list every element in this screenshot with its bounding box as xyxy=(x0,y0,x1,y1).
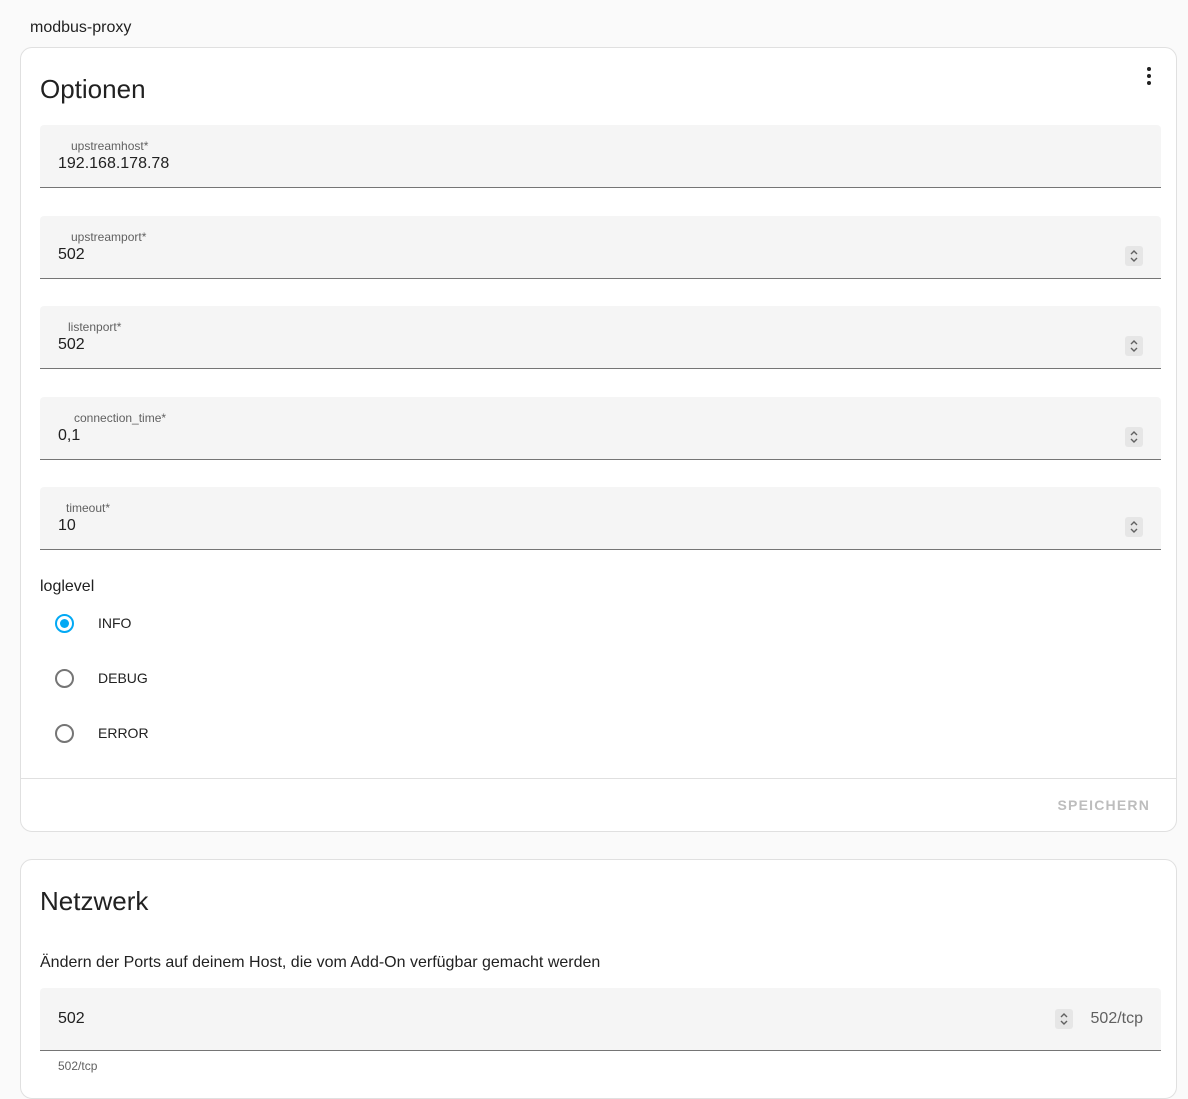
network-title: Netzwerk xyxy=(40,886,149,916)
stepper-arrows-icon xyxy=(1130,521,1138,533)
network-description: Ändern der Ports auf deinem Host, die vo… xyxy=(40,954,601,971)
connection-time-stepper[interactable] xyxy=(1125,427,1143,447)
port-field[interactable]: 502 502/tcp xyxy=(40,988,1161,1051)
stepper-arrows-icon xyxy=(1130,340,1138,352)
network-card: Netzwerk Ändern der Ports auf deinem Hos… xyxy=(20,859,1177,1099)
timeout-label: timeout* xyxy=(66,501,111,515)
upstreamport-input[interactable]: 502 xyxy=(58,246,85,264)
listenport-input[interactable]: 502 xyxy=(58,336,85,354)
save-button[interactable]: SPEICHERN xyxy=(1058,797,1150,813)
app-title: modbus-proxy xyxy=(30,19,132,36)
timeout-field[interactable]: timeout* 10 xyxy=(40,487,1161,550)
connection-time-input[interactable]: 0,1 xyxy=(58,427,80,445)
stepper-arrows-icon xyxy=(1060,1013,1068,1025)
radio-debug[interactable]: DEBUG xyxy=(55,666,148,690)
listenport-stepper[interactable] xyxy=(1125,336,1143,356)
upstreamhost-field[interactable]: upstreamhost* 192.168.178.78 xyxy=(40,125,1161,188)
options-title: Optionen xyxy=(40,74,146,104)
port-helper-text: 502/tcp xyxy=(58,1059,98,1073)
listenport-label: listenport* xyxy=(68,320,122,334)
connection-time-field[interactable]: connection_time* 0,1 xyxy=(40,397,1161,460)
radio-error-label: ERROR xyxy=(98,725,149,741)
stepper-arrows-icon xyxy=(1130,431,1138,443)
dot-icon xyxy=(1147,74,1151,78)
dot-icon xyxy=(1147,81,1151,85)
radio-checked-icon[interactable] xyxy=(55,613,74,633)
port-stepper[interactable] xyxy=(1055,1009,1073,1029)
port-suffix: 502/tcp xyxy=(1090,1010,1143,1027)
timeout-stepper[interactable] xyxy=(1125,517,1143,537)
upstreamport-stepper[interactable] xyxy=(1125,246,1143,266)
radio-unchecked-icon[interactable] xyxy=(55,723,74,743)
upstreamhost-input[interactable]: 192.168.178.78 xyxy=(58,155,169,173)
options-card: Optionen upstreamhost* 192.168.178.78 up… xyxy=(20,47,1177,832)
card-actions-divider xyxy=(21,778,1176,779)
dot-icon xyxy=(1147,67,1151,71)
connection-time-label: connection_time* xyxy=(74,411,167,425)
radio-error[interactable]: ERROR xyxy=(55,721,149,745)
stepper-arrows-icon xyxy=(1130,250,1138,262)
upstreamhost-label: upstreamhost* xyxy=(71,139,149,153)
loglevel-label: loglevel xyxy=(40,578,95,595)
radio-info[interactable]: INFO xyxy=(55,611,131,635)
radio-info-label: INFO xyxy=(98,615,132,631)
upstreamport-label: upstreamport* xyxy=(71,230,147,244)
more-menu-button[interactable] xyxy=(1138,64,1160,88)
radio-debug-label: DEBUG xyxy=(98,670,148,686)
upstreamport-field[interactable]: upstreamport* 502 xyxy=(40,216,1161,279)
listenport-field[interactable]: listenport* 502 xyxy=(40,306,1161,369)
radio-unchecked-icon[interactable] xyxy=(55,668,74,688)
timeout-input[interactable]: 10 xyxy=(58,517,76,535)
port-input[interactable]: 502 xyxy=(58,1010,85,1028)
